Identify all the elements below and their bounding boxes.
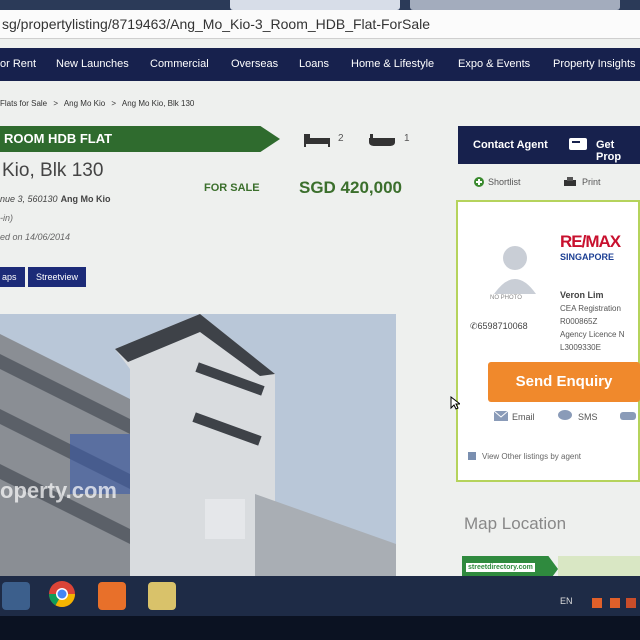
camera-app-icon[interactable]	[2, 582, 30, 610]
send-enquiry-button[interactable]: Send Enquiry	[488, 362, 640, 402]
other-listings-link[interactable]: View Other listings by agent	[482, 452, 581, 461]
maps-button[interactable]: aps	[0, 267, 25, 287]
bed-icon	[304, 134, 330, 147]
nav-item-new-launches[interactable]: New Launches	[56, 58, 129, 70]
listing-status: FOR SALE	[204, 182, 260, 194]
listing-title: Kio, Blk 130	[2, 160, 104, 181]
folder-icon[interactable]	[148, 582, 176, 610]
url-text[interactable]: sg/propertylisting/8719463/Ang_Mo_Kio-3_…	[2, 16, 430, 32]
streetview-button[interactable]: Streetview	[28, 267, 87, 287]
nav-item-home-lifestyle[interactable]: Home & Lifestyle	[351, 58, 434, 70]
email-link[interactable]: Email	[512, 412, 535, 422]
contact-bar: Contact Agent Get Prop	[458, 126, 640, 164]
print-icon	[564, 177, 576, 186]
mouse-cursor-icon	[450, 396, 460, 410]
map-location-heading: Map Location	[464, 514, 567, 533]
listing-note: -in)	[0, 213, 13, 223]
building-illustration	[0, 314, 396, 580]
os-taskbar	[0, 576, 640, 616]
chrome-icon[interactable]	[48, 580, 76, 608]
main-nav: or Rent New Launches Commercial Overseas…	[0, 48, 640, 81]
breadcrumb-current: Ang Mo Kio, Blk 130	[121, 99, 195, 108]
nav-item-commercial[interactable]: Commercial	[150, 58, 209, 70]
bathroom-count: 1	[404, 133, 410, 144]
address-district: Ang Mo Kio	[60, 194, 111, 204]
agent-name: Veron Lim	[560, 290, 604, 300]
shortlist-link[interactable]: Shortlist	[488, 177, 521, 187]
phone-call-icon[interactable]	[620, 410, 636, 422]
property-card-icon	[569, 138, 587, 150]
bedroom-count: 2	[338, 133, 344, 144]
agency-licence-number: L3009330E	[560, 343, 601, 352]
nav-item-overseas[interactable]: Overseas	[231, 58, 278, 70]
agent-phone[interactable]: ✆6598710068	[470, 321, 528, 332]
nav-item-for-rent[interactable]: or Rent	[0, 58, 36, 70]
breadcrumb-separator: >	[111, 99, 117, 108]
phone-icon: ✆	[470, 321, 478, 331]
app-icon-orange[interactable]	[98, 582, 126, 610]
tray-icon[interactable]	[610, 598, 620, 608]
listed-date: ed on 14/06/2014	[0, 232, 71, 242]
browser-tab-strip	[0, 0, 640, 10]
photo-watermark: operty.com	[0, 478, 117, 503]
address-bar[interactable]: sg/propertylisting/8719463/Ang_Mo_Kio-3_…	[0, 10, 640, 39]
breadcrumb-flats-for-sale[interactable]: Flats for Sale	[0, 99, 47, 108]
email-icon	[494, 411, 508, 421]
property-type-label: ROOM HDB FLAT	[4, 131, 113, 146]
print-link[interactable]: Print	[582, 177, 601, 187]
nav-item-expo-events[interactable]: Expo & Events	[458, 58, 530, 70]
property-type-banner: ROOM HDB FLAT	[0, 126, 280, 152]
listing-price: SGD 420,000	[299, 178, 403, 197]
tray-icon[interactable]	[626, 598, 636, 608]
sms-link[interactable]: SMS	[578, 412, 598, 422]
get-property-tab[interactable]: Get Prop	[596, 139, 640, 163]
nav-item-property-insights[interactable]: Property Insights	[553, 58, 636, 70]
browser-tab-active[interactable]	[230, 0, 400, 10]
nav-item-loans[interactable]: Loans	[299, 58, 329, 70]
browser-tab[interactable]	[410, 0, 620, 10]
no-photo-label: NO PHOTO	[490, 295, 522, 301]
contact-agent-tab[interactable]: Contact Agent	[473, 139, 548, 151]
language-indicator[interactable]: EN	[560, 596, 573, 606]
address-street: nue 3, 560130	[0, 194, 58, 204]
agent-cea-label: CEA Registration	[560, 304, 621, 313]
agent-cea-number: R000865Z	[560, 317, 598, 326]
sms-icon	[558, 410, 572, 420]
breadcrumb-ang-mo-kio[interactable]: Ang Mo Kio	[64, 99, 105, 108]
add-circle-icon	[474, 177, 484, 187]
tray-icon[interactable]	[592, 598, 602, 608]
breadcrumb: Flats for Sale > Ang Mo Kio > Ang Mo Kio…	[0, 99, 198, 108]
agency-logo-sub: SINGAPORE	[560, 252, 615, 262]
agency-logo: RE/MAX	[560, 232, 621, 251]
streetdirectory-logo: streetdirectory.com	[466, 563, 535, 572]
agency-licence-label: Agency Licence N	[560, 330, 625, 339]
breadcrumb-separator: >	[53, 99, 59, 108]
monitor-bezel	[0, 616, 640, 640]
agent-phone-number: 6598710068	[477, 321, 528, 331]
listing-address: nue 3, 560130 Ang Mo Kio	[0, 194, 111, 204]
bathtub-icon	[369, 134, 395, 146]
property-photo[interactable]	[0, 314, 396, 580]
listings-icon	[468, 452, 476, 460]
